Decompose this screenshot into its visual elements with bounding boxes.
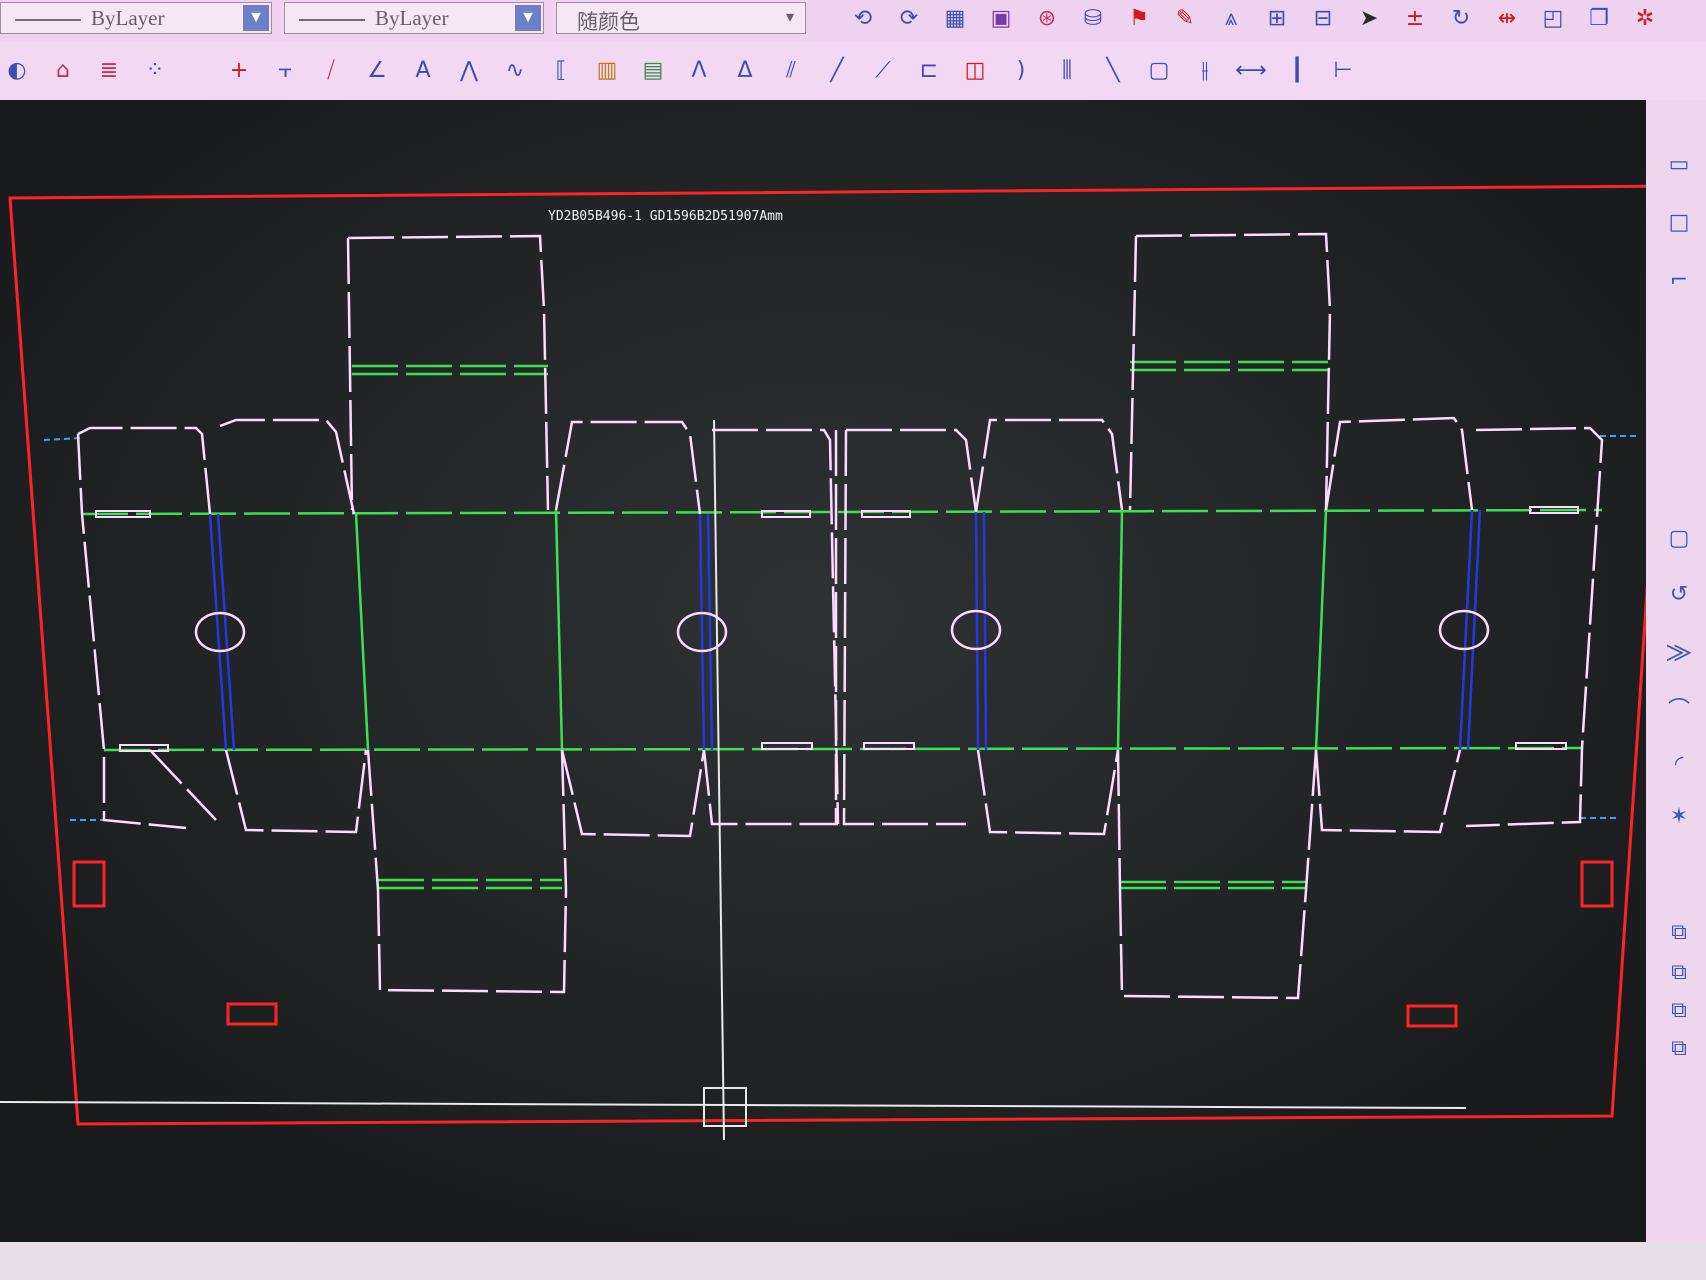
redo-arc-icon[interactable]: ⟳ bbox=[892, 2, 926, 36]
grid-icon[interactable]: ⊟ bbox=[1306, 2, 1340, 36]
pattern-icon[interactable]: ▥ bbox=[590, 54, 624, 88]
side-rotate-icon[interactable]: ↺ bbox=[1664, 580, 1694, 610]
dimension-icon[interactable]: ⫟ bbox=[268, 54, 302, 88]
cursor-icon[interactable]: ➤ bbox=[1352, 2, 1386, 36]
side-rect-icon[interactable]: ▭ bbox=[1664, 150, 1694, 180]
lineweight-combo[interactable]: ByLayer ▼ bbox=[284, 2, 544, 34]
linetype-combo[interactable]: ByLayer ▼ bbox=[0, 2, 272, 34]
top-toolbar: ByLayer ▼ ByLayer ▼ 随颜色 ▾ ⟲ ⟳ ▦ ▣ ⊛ ⛁ ⚑ ✎ ⩓ ⊞ ⊟ ➤ ± ↻… bbox=[0, 0, 1706, 43]
network-icon[interactable]: ⁘ bbox=[138, 54, 172, 88]
lineweight-preview bbox=[299, 19, 365, 21]
side-layers-icon[interactable]: ⧉ bbox=[1664, 918, 1694, 948]
draw-toolbar: ◐ ⌂ ≣ ⁘ + ⫟ ⧸ ∠ A ⋀ ∿ ⟦ ▥ ▤ Λ Δ ⫽ ╱ ⟋ ⊏ ◫) ⫼ ╲ ▢ ⫲ ⟷ ┃ ⊢ bbox=[0, 42, 1706, 102]
layer-icon[interactable]: ◰ bbox=[1536, 2, 1570, 36]
chevron-down-icon[interactable]: ▼ bbox=[515, 5, 541, 31]
rect-point-icon[interactable]: ◫ bbox=[958, 54, 992, 88]
side-layers2-icon[interactable]: ⧉ bbox=[1664, 958, 1694, 988]
flag-icon[interactable]: ⚑ bbox=[1122, 2, 1156, 36]
color-combo[interactable]: 随颜色 ▾ bbox=[556, 2, 806, 34]
stretch-icon[interactable]: ⇹ bbox=[1490, 2, 1524, 36]
hline-icon[interactable]: ⟷ bbox=[1234, 54, 1268, 88]
array-icon[interactable]: ⊞ bbox=[1260, 2, 1294, 36]
text-style-icon[interactable]: ▣ bbox=[984, 2, 1018, 36]
cross-icon[interactable]: + bbox=[222, 54, 256, 88]
length-icon[interactable]: ⊏ bbox=[912, 54, 946, 88]
copy-icon[interactable]: ❐ bbox=[1582, 2, 1616, 36]
mirror-icon[interactable]: ⩓ bbox=[1214, 2, 1248, 36]
linetype-preview bbox=[15, 19, 81, 21]
polyline-icon[interactable]: ⋀ bbox=[452, 54, 486, 88]
hatch-icon[interactable]: ⫽ bbox=[774, 54, 808, 88]
left-icon-row: ◐ ⌂ ≣ ⁘ bbox=[0, 54, 184, 88]
split-icon[interactable]: ⫲ bbox=[1188, 54, 1222, 88]
side-layers4-icon[interactable]: ⧉ bbox=[1664, 1034, 1694, 1064]
side-arc-icon[interactable]: ◜ bbox=[1664, 750, 1694, 780]
backslash-icon[interactable]: ╲ bbox=[1096, 54, 1130, 88]
block-icon[interactable]: ▦ bbox=[938, 2, 972, 36]
color-value: 随颜色 bbox=[577, 10, 640, 34]
box-icon[interactable]: ▢ bbox=[1142, 54, 1176, 88]
line-icon[interactable]: ╱ bbox=[820, 54, 854, 88]
bucket-icon[interactable]: ⛁ bbox=[1076, 2, 1110, 36]
top-icon-row: ⟲ ⟳ ▦ ▣ ⊛ ⛁ ⚑ ✎ ⩓ ⊞ ⊟ ➤ ± ↻ ⇹ ◰ ❐ ✲ bbox=[846, 2, 1674, 36]
drawing-canvas[interactable]: YD2B05B496-1 GD1596B2D51907Amm bbox=[0, 100, 1646, 1242]
side-square2-icon[interactable]: ▢ bbox=[1664, 524, 1694, 554]
chevron-down-icon[interactable]: ▼ bbox=[243, 5, 269, 31]
side-merge-icon[interactable]: ⨠ bbox=[1664, 638, 1694, 668]
peak-icon[interactable]: Λ bbox=[682, 54, 716, 88]
vbar-icon[interactable]: ┃ bbox=[1280, 54, 1314, 88]
lineweight-value: ByLayer bbox=[375, 6, 449, 30]
ruler-icon[interactable]: ▤ bbox=[636, 54, 670, 88]
side-square-icon[interactable]: □ bbox=[1664, 208, 1694, 238]
arc-icon[interactable]: ) bbox=[1004, 54, 1038, 88]
stack-icon[interactable]: ≣ bbox=[92, 54, 126, 88]
settings-icon[interactable]: ✲ bbox=[1628, 2, 1662, 36]
column-icon[interactable]: ⫼ bbox=[1050, 54, 1084, 88]
canvas-background bbox=[0, 100, 1646, 1242]
diagonal-icon[interactable]: ⧸ bbox=[314, 54, 348, 88]
bracket-icon[interactable]: ⟦ bbox=[544, 54, 578, 88]
peak2-icon[interactable]: Δ bbox=[728, 54, 762, 88]
chevron-down-icon[interactable]: ▾ bbox=[777, 5, 803, 31]
zero-icon[interactable]: ± bbox=[1398, 2, 1432, 36]
slash-icon[interactable]: ⟋ bbox=[866, 54, 900, 88]
rotate-icon[interactable]: ↻ bbox=[1444, 2, 1478, 36]
status-bar bbox=[0, 1242, 1706, 1280]
zoom-icon[interactable]: ⊛ bbox=[1030, 2, 1064, 36]
side-layers3-icon[interactable]: ⧉ bbox=[1664, 996, 1694, 1026]
pin-icon[interactable]: ✎ bbox=[1168, 2, 1202, 36]
measure-icon[interactable]: ⊢ bbox=[1326, 54, 1360, 88]
wave-icon[interactable]: ∿ bbox=[498, 54, 532, 88]
undo-arc-icon[interactable]: ⟲ bbox=[846, 2, 880, 36]
draw-icon-row: + ⫟ ⧸ ∠ A ⋀ ∿ ⟦ ▥ ▤ Λ Δ ⫽ ╱ ⟋ ⊏ ◫) ⫼ ╲ ▢ ⫲ ⟷ ┃ ⊢ bbox=[222, 54, 1372, 88]
side-curve-icon[interactable]: ⌒ bbox=[1664, 696, 1694, 726]
circle-tool-icon[interactable]: ◐ bbox=[0, 54, 34, 88]
right-side-toolbar: ▭ □ ⌐ ▢ ↺ ⨠ ⌒ ◜ ✶ ⧉ ⧉ ⧉ ⧉ bbox=[1646, 100, 1706, 1280]
building-icon[interactable]: ⌂ bbox=[46, 54, 80, 88]
drawing-title: YD2B05B496-1 GD1596B2D51907Amm bbox=[548, 209, 783, 224]
side-corner-icon[interactable]: ⌐ bbox=[1664, 266, 1694, 296]
linetype-value: ByLayer bbox=[91, 6, 165, 30]
angle-icon[interactable]: ∠ bbox=[360, 54, 394, 88]
text-aa-icon[interactable]: A bbox=[406, 54, 440, 88]
side-brush-icon[interactable]: ✶ bbox=[1664, 802, 1694, 832]
